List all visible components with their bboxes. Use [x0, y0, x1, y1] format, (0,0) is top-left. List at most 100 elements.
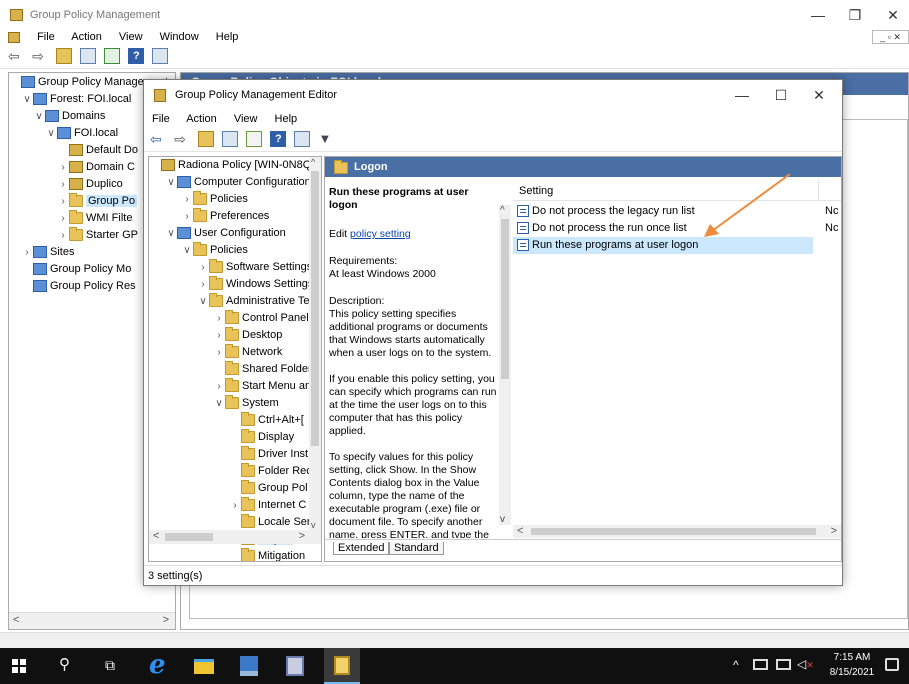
- network-icon[interactable]: [753, 659, 768, 670]
- editor-export-icon[interactable]: [246, 131, 263, 147]
- tree-item[interactable]: ∨ Policies: [149, 242, 321, 259]
- tree-item[interactable]: Mitigation: [149, 548, 321, 561]
- clock-time[interactable]: 7:15 AM: [830, 652, 874, 663]
- tree-item[interactable]: › Network: [149, 344, 321, 361]
- editor-back-icon[interactable]: ⇦: [150, 131, 166, 147]
- collapse-chevron-icon[interactable]: ∨: [165, 174, 177, 191]
- tree-item[interactable]: › Software Settings: [149, 259, 321, 276]
- expand-chevron-icon[interactable]: ›: [21, 244, 33, 261]
- editor-forward-icon[interactable]: ⇨: [174, 131, 190, 147]
- desc-scroll-down-icon[interactable]: v: [500, 514, 505, 525]
- refresh-icon[interactable]: [104, 48, 121, 64]
- tray-chevron-icon[interactable]: ^: [733, 658, 739, 672]
- collapse-chevron-icon[interactable]: ∨: [197, 293, 209, 310]
- outer-menu-file[interactable]: File: [37, 31, 55, 43]
- editor-menu-file[interactable]: File: [152, 113, 170, 125]
- tree-item[interactable]: › Start Menu an: [149, 378, 321, 395]
- gpmc-task-icon[interactable]: [286, 656, 304, 676]
- editor-help-icon[interactable]: ?: [270, 131, 287, 147]
- collapse-chevron-icon[interactable]: ∨: [21, 91, 33, 108]
- tree-item[interactable]: › Desktop: [149, 327, 321, 344]
- search-icon[interactable]: ⚲: [59, 655, 70, 673]
- expand-chevron-icon[interactable]: ›: [213, 378, 225, 395]
- tree-item[interactable]: › Internet C: [149, 497, 321, 514]
- expand-chevron-icon[interactable]: ›: [229, 497, 241, 514]
- description-vscroll-thumb[interactable]: [501, 219, 509, 379]
- up-folder-icon[interactable]: [56, 48, 73, 64]
- outer-menu-action[interactable]: Action: [71, 31, 102, 43]
- editor-tree-vscroll[interactable]: ^ v: [309, 157, 321, 530]
- settings-scroll-right-icon[interactable]: >: [831, 525, 837, 537]
- editor-up-icon[interactable]: [198, 131, 215, 147]
- filter-icon[interactable]: ▼: [318, 131, 334, 147]
- settings-hscroll-thumb[interactable]: [531, 528, 816, 535]
- outer-menu-window[interactable]: Window: [160, 31, 199, 43]
- editor-menu-view[interactable]: View: [234, 113, 258, 125]
- expand-chevron-icon[interactable]: ›: [213, 327, 225, 344]
- forward-icon[interactable]: ⇨: [32, 48, 48, 64]
- tab-extended[interactable]: Extended: [333, 542, 390, 555]
- expand-chevron-icon[interactable]: ›: [181, 191, 193, 208]
- editor-tree-hscroll-thumb[interactable]: [165, 533, 213, 541]
- tab-standard[interactable]: Standard: [389, 542, 444, 555]
- editor-close-button[interactable]: ✕: [796, 80, 842, 110]
- server-manager-icon[interactable]: [240, 656, 258, 676]
- expand-chevron-icon[interactable]: ›: [57, 159, 69, 176]
- scroll-left-icon[interactable]: <: [13, 614, 19, 626]
- desc-scroll-up-icon[interactable]: ^: [500, 205, 505, 216]
- outer-close-button[interactable]: ✕: [870, 0, 909, 30]
- tree-item[interactable]: Display: [149, 429, 321, 446]
- tree-item[interactable]: › Windows Settings: [149, 276, 321, 293]
- editor-showtree-icon[interactable]: [222, 131, 239, 147]
- editor-tree-vscroll-thumb[interactable]: [311, 171, 319, 446]
- column-divider[interactable]: [818, 179, 819, 201]
- expand-chevron-icon[interactable]: ›: [181, 208, 193, 225]
- expand-chevron-icon[interactable]: ›: [57, 210, 69, 227]
- tree-item[interactable]: › Preferences: [149, 208, 321, 225]
- scroll-right-icon[interactable]: >: [163, 614, 169, 626]
- tree-item[interactable]: Folder Rec: [149, 463, 321, 480]
- tree-item[interactable]: ∨ Administrative Te: [149, 293, 321, 310]
- outer-menu-help[interactable]: Help: [216, 31, 239, 43]
- file-explorer-icon[interactable]: [194, 659, 214, 674]
- settings-hscroll[interactable]: < >: [513, 525, 841, 538]
- mdi-controls[interactable]: _ ▫ ✕: [872, 30, 909, 44]
- editor-menu-action[interactable]: Action: [186, 113, 217, 125]
- editor-scroll-right-icon[interactable]: >: [299, 530, 305, 542]
- back-icon[interactable]: ⇦: [8, 48, 24, 64]
- start-windows-icon[interactable]: [12, 659, 26, 673]
- expand-chevron-icon[interactable]: ›: [57, 227, 69, 244]
- volume-muted-icon[interactable]: ◁✕: [797, 657, 814, 671]
- scroll-down-icon[interactable]: v: [311, 520, 316, 530]
- expand-chevron-icon[interactable]: ›: [197, 259, 209, 276]
- scroll-up-icon[interactable]: ^: [311, 157, 315, 167]
- tree-item[interactable]: Shared Folder: [149, 361, 321, 378]
- tree-item[interactable]: › Policies: [149, 191, 321, 208]
- keyboard-icon[interactable]: [776, 659, 791, 670]
- column-header-setting[interactable]: Setting: [519, 185, 553, 197]
- collapse-chevron-icon[interactable]: ∨: [45, 125, 57, 142]
- outer-menu-view[interactable]: View: [119, 31, 143, 43]
- editor-menu-help[interactable]: Help: [275, 113, 298, 125]
- tree-item[interactable]: ∨ Computer Configuration: [149, 174, 321, 191]
- editor-tree-hscroll[interactable]: < >: [149, 530, 321, 544]
- expand-chevron-icon[interactable]: ›: [57, 176, 69, 193]
- collapse-chevron-icon[interactable]: ∨: [181, 242, 193, 259]
- tree-item[interactable]: ∨ User Configuration: [149, 225, 321, 242]
- collapse-chevron-icon[interactable]: ∨: [33, 108, 45, 125]
- tree-item[interactable]: Locale Ser: [149, 514, 321, 531]
- task-view-icon[interactable]: ⧉: [105, 657, 115, 674]
- collapse-chevron-icon[interactable]: ∨: [213, 395, 225, 412]
- expand-chevron-icon[interactable]: ›: [57, 193, 69, 210]
- collapse-chevron-icon[interactable]: ∨: [165, 225, 177, 242]
- editor-properties-icon[interactable]: [294, 131, 311, 147]
- description-vscroll[interactable]: ^ v: [499, 205, 511, 525]
- tree-item[interactable]: ∨ System: [149, 395, 321, 412]
- tree-item[interactable]: Radiona Policy [WIN-0N8QK: [149, 157, 321, 174]
- properties-icon[interactable]: [152, 48, 169, 64]
- notifications-icon[interactable]: [885, 658, 899, 671]
- tree-item[interactable]: Driver Inst: [149, 446, 321, 463]
- expand-chevron-icon[interactable]: ›: [213, 310, 225, 327]
- tree-item[interactable]: › Control Panel: [149, 310, 321, 327]
- expand-chevron-icon[interactable]: ›: [197, 276, 209, 293]
